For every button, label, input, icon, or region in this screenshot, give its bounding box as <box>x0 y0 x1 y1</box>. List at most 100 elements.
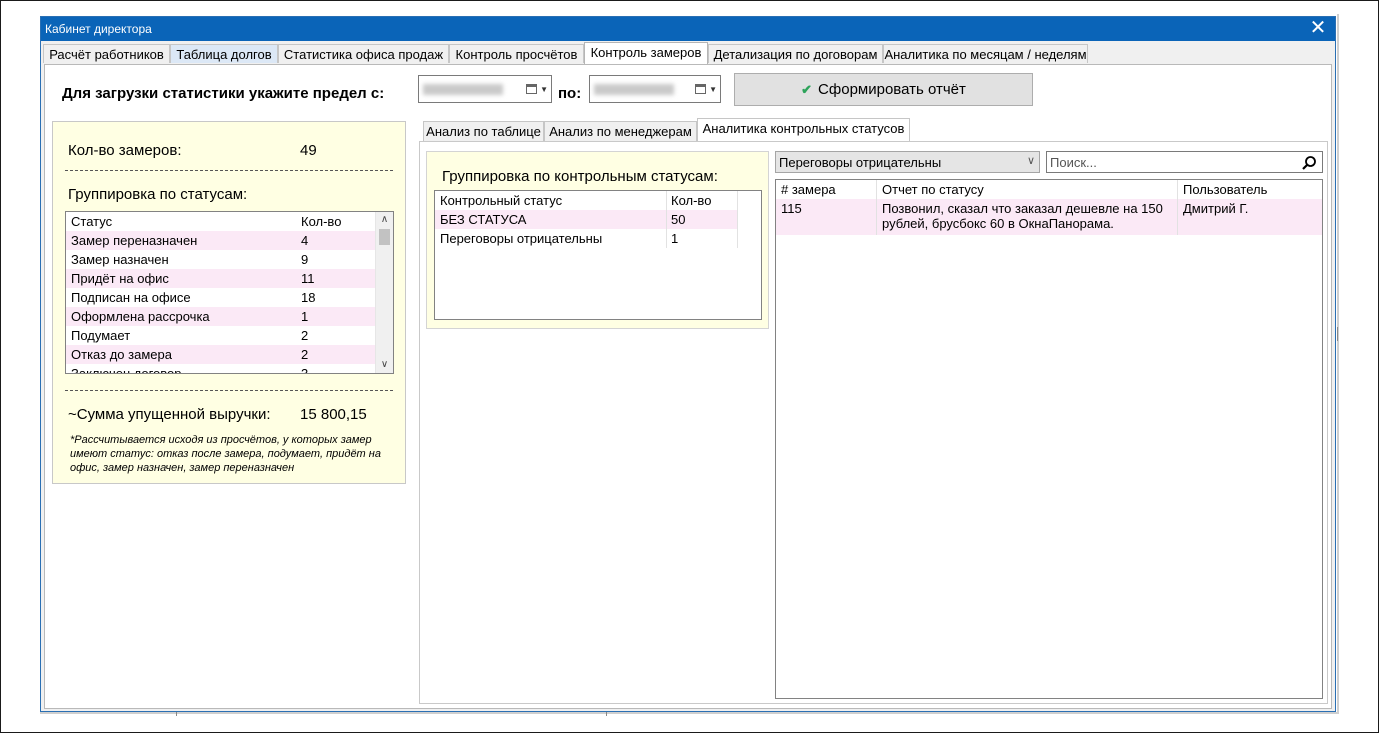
list-item[interactable]: Оформлена рассрочка 1 <box>66 307 378 326</box>
background-divider <box>176 712 177 716</box>
tab-monthly-analytics[interactable]: Аналитика по месяцам / неделям <box>883 44 1088 63</box>
table-row[interactable]: 115 Позвонил, сказал что заказал дешевле… <box>776 199 1322 235</box>
column-divider <box>737 191 738 248</box>
column-header[interactable]: Кол-во <box>671 193 711 208</box>
status-count: 2 <box>301 328 309 343</box>
control-status-panel: Группировка по контрольным статусам: Кон… <box>419 141 1328 704</box>
blurred-date <box>594 84 674 95</box>
director-cabinet-window: Кабинет директора ✕ Расчёт работников Та… <box>40 16 1336 712</box>
status-name: Отказ до замера <box>71 347 172 362</box>
measure-id: 115 <box>781 201 802 216</box>
title-bar: Кабинет директора ✕ <box>41 17 1335 41</box>
tab-calc-control[interactable]: Контроль просчётов <box>449 44 584 63</box>
scroll-thumb[interactable] <box>379 229 390 245</box>
status-group-label: Группировка по статусам: <box>68 186 248 203</box>
control-group-title: Группировка по контрольным статусам: <box>442 168 718 185</box>
status-name: Замер переназначен <box>71 233 198 248</box>
vertical-scrollbar[interactable]: ∧ ∨ <box>375 212 393 373</box>
status-count: 4 <box>301 233 309 248</box>
footnote: *Рассчитывается исходя из просчётов, у к… <box>70 434 381 474</box>
date-from-picker[interactable]: ▼ <box>418 75 552 103</box>
tab-employee-calc[interactable]: Расчёт работников <box>43 44 170 63</box>
status-name: Замер назначен <box>71 252 169 267</box>
to-label: по: <box>558 85 582 102</box>
search-box <box>1046 151 1323 173</box>
calendar-icon <box>526 84 537 94</box>
table-row[interactable]: Переговоры отрицательны 1 <box>435 229 738 248</box>
list-item[interactable]: Подумает 2 <box>66 326 378 345</box>
tab-measure-control[interactable]: Контроль замеров <box>584 42 708 64</box>
dropdown-arrow-icon: ▼ <box>540 85 548 94</box>
user-name: Дмитрий Г. <box>1183 201 1249 216</box>
status-count: 2 <box>301 347 309 362</box>
column-divider <box>876 180 877 235</box>
background-window-edge <box>1337 14 1339 714</box>
list-header: Статус Кол-во <box>66 212 378 231</box>
column-divider <box>1177 180 1178 235</box>
double-check-icon: ✔ <box>801 82 813 97</box>
scroll-up-icon[interactable]: ∧ <box>376 212 393 228</box>
list-item[interactable]: Отказ до замера 2 <box>66 345 378 364</box>
date-to-picker[interactable]: ▼ <box>589 75 721 103</box>
column-header[interactable]: Контрольный статус <box>440 193 562 208</box>
search-input[interactable] <box>1050 154 1290 170</box>
dashed-divider <box>65 170 393 171</box>
status-count: 18 <box>301 290 316 305</box>
status-report-grid[interactable]: # замера Отчет по статусу Пользователь 1… <box>775 179 1323 699</box>
tab-debt-table[interactable]: Таблица долгов <box>170 44 278 63</box>
dashed-divider <box>65 390 393 391</box>
status-count: 9 <box>301 252 309 267</box>
table-row[interactable]: БЕЗ СТАТУСА 50 <box>435 210 738 229</box>
close-icon[interactable]: ✕ <box>1301 17 1335 41</box>
chevron-down-icon: ∨ <box>1026 155 1035 167</box>
list-item[interactable]: Замер переназначен 4 <box>66 231 378 250</box>
dropdown-selected-value: Переговоры отрицательны <box>779 155 942 170</box>
status-name: Придёт на офис <box>71 271 169 286</box>
status-report-text: Позвонил, сказал что заказал дешевле на … <box>882 201 1163 231</box>
control-status-count: 1 <box>671 231 679 246</box>
tab-manager-analysis[interactable]: Анализ по менеджерам <box>544 121 697 141</box>
search-icon[interactable] <box>1301 155 1317 171</box>
control-status-grid[interactable]: Контрольный статус Кол-во БЕЗ СТАТУСА 50 П… <box>434 190 762 320</box>
status-name: Оформлена рассрочка <box>71 309 210 324</box>
window-title: Кабинет директора <box>45 22 152 36</box>
measure-count-label: Кол-во замеров: <box>68 142 182 159</box>
tab-sales-office-stats[interactable]: Статистика офиса продаж <box>278 44 449 63</box>
control-status-name: Переговоры отрицательны <box>440 231 603 246</box>
tab-control-status-analytics[interactable]: Аналитика контрольных статусов <box>697 118 910 141</box>
status-count: 1 <box>301 309 309 324</box>
control-status-count: 50 <box>671 212 686 227</box>
column-header[interactable]: Кол-во <box>301 214 341 229</box>
generate-report-button[interactable]: ✔ Сформировать отчёт <box>734 73 1033 106</box>
blurred-date <box>423 84 503 95</box>
status-count: 3 <box>301 366 309 374</box>
calendar-icon <box>695 84 706 94</box>
status-name: Подумает <box>71 328 131 343</box>
measure-count-value: 49 <box>300 142 317 159</box>
grid-header: Контрольный статус Кол-во <box>435 191 738 210</box>
control-status-group-panel: Группировка по контрольным статусам: Кон… <box>426 151 769 329</box>
column-divider <box>666 191 667 248</box>
tab-contract-details[interactable]: Детализация по договорам <box>708 44 883 63</box>
summary-panel: Кол-во замеров: 49 Группировка по статус… <box>52 121 406 484</box>
background-divider <box>1337 327 1338 341</box>
background-window-edge <box>40 712 1338 714</box>
measure-control-panel: Для загрузки статистики укажите предел с… <box>44 64 1332 709</box>
lost-revenue-label: ~Сумма упущенной выручки: <box>68 406 271 423</box>
control-status-name: БЕЗ СТАТУСА <box>440 212 527 227</box>
column-header[interactable]: Статус <box>71 214 112 229</box>
status-name: Подписан на офисе <box>71 290 191 305</box>
generate-report-label: Сформировать отчёт <box>818 81 966 98</box>
period-label: Для загрузки статистики укажите предел с… <box>62 85 385 102</box>
scroll-down-icon[interactable]: ∨ <box>376 357 393 373</box>
list-item[interactable]: Подписан на офисе 18 <box>66 288 378 307</box>
status-list[interactable]: Статус Кол-во Замер переназначен 4 Замер … <box>65 211 394 374</box>
dropdown-arrow-icon: ▼ <box>709 85 717 94</box>
status-count: 11 <box>301 271 315 286</box>
control-status-filter-dropdown[interactable]: Переговоры отрицательны ∨ <box>775 151 1040 173</box>
list-item[interactable]: Заключен договор 3 <box>66 364 378 374</box>
tab-table-analysis[interactable]: Анализ по таблице <box>423 121 544 141</box>
list-item[interactable]: Замер назначен 9 <box>66 250 378 269</box>
background-divider <box>606 712 607 716</box>
list-item[interactable]: Придёт на офис 11 <box>66 269 378 288</box>
